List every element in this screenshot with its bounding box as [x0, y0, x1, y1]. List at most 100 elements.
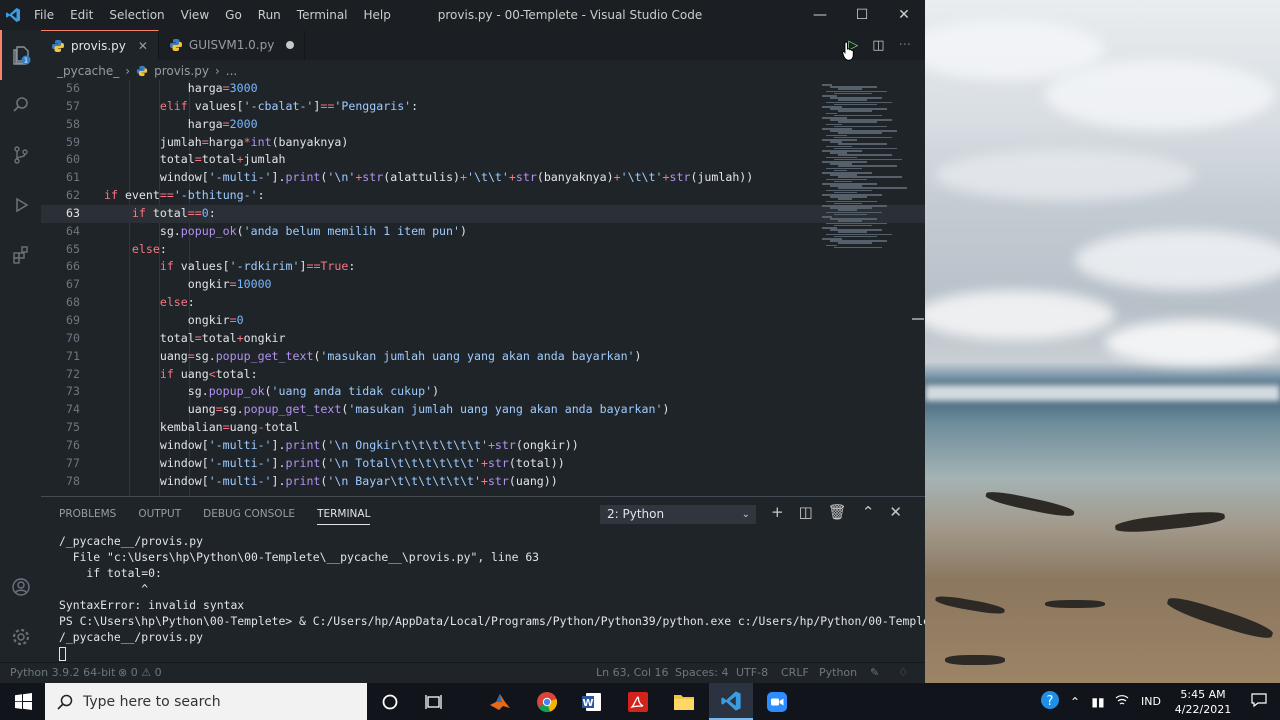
menu-go[interactable]: Go: [217, 0, 250, 30]
show-hidden-icons-chevron-up-icon[interactable]: ⌃: [1064, 695, 1086, 709]
account-icon[interactable]: [0, 562, 41, 612]
code-line[interactable]: 61 window['-multi-'].print('\n'+str(alat…: [41, 169, 925, 187]
code-line[interactable]: 63 if total==0:: [41, 204, 925, 223]
adobe-reader-app-icon[interactable]: [616, 683, 660, 720]
close-tab-icon[interactable]: ✕: [138, 39, 148, 53]
code-line[interactable]: 70 total=total+ongkir: [41, 330, 925, 348]
new-terminal-icon[interactable]: +: [771, 503, 784, 521]
tab-problems[interactable]: PROBLEMS: [59, 508, 116, 520]
code-line[interactable]: 69 ongkir=0: [41, 312, 925, 330]
terminal-select[interactable]: 2: Python ⌄: [600, 505, 756, 524]
line-number: 70: [66, 330, 80, 345]
status-spaces[interactable]: Spaces: 4: [675, 666, 728, 679]
search-icon[interactable]: [0, 80, 41, 130]
code-line[interactable]: 68 else:: [41, 294, 925, 312]
minimap[interactable]: [818, 80, 914, 250]
code-line[interactable]: 78 window['-multi-'].print('\n Bayar\t\t…: [41, 473, 925, 491]
status-interpreter[interactable]: Python 3.9.2 64-bit: [10, 666, 115, 679]
run-debug-icon[interactable]: [0, 180, 41, 230]
more-actions-icon[interactable]: ···: [899, 38, 911, 53]
breadcrumb-more[interactable]: ...: [226, 64, 237, 78]
tab-provis-py[interactable]: provis.py ✕: [41, 30, 159, 60]
menu-view[interactable]: View: [173, 0, 217, 30]
maximize-panel-chevron-up-icon[interactable]: ⌃: [862, 503, 875, 521]
code-text: if values['-rdkirim']==True:: [159, 259, 356, 274]
vscode-app-icon[interactable]: [709, 683, 753, 720]
help-question-icon[interactable]: ?: [1036, 690, 1064, 713]
menu-help[interactable]: Help: [356, 0, 399, 30]
battery-icon[interactable]: ▮▮: [1086, 695, 1110, 709]
menu-file[interactable]: File: [26, 0, 62, 30]
action-center-icon[interactable]: [1238, 693, 1280, 710]
task-view-icon[interactable]: [412, 683, 456, 720]
system-tray: ? ⌃ ▮▮ IND 5:45 AM 4/22/2021: [1036, 683, 1280, 720]
source-control-icon[interactable]: [0, 130, 41, 180]
scrollbar-marker[interactable]: [912, 318, 924, 320]
close-window-button[interactable]: ✕: [883, 0, 925, 30]
tab-guisvm[interactable]: GUISVM1.0.py: [159, 30, 306, 60]
code-line[interactable]: 67 ongkir=10000: [41, 276, 925, 294]
code-line[interactable]: 60 total=total+jumlah: [41, 151, 925, 169]
extensions-icon[interactable]: [0, 230, 41, 280]
chrome-app-icon[interactable]: [525, 683, 569, 720]
tab-terminal[interactable]: TERMINAL: [317, 503, 371, 525]
menu-edit[interactable]: Edit: [62, 0, 101, 30]
split-editor-icon[interactable]: ◫: [872, 38, 884, 53]
unsaved-dot-icon[interactable]: [286, 41, 295, 49]
taskbar-search-box[interactable]: Type here to search: [45, 683, 367, 720]
code-line[interactable]: 75 kembalian=uang-total: [41, 419, 925, 437]
notifications-bell-icon[interactable]: ♢: [898, 666, 908, 679]
word-app-icon[interactable]: W: [570, 683, 614, 720]
code-line[interactable]: 57 elif values['-cbalat-']=='Penggaris':: [41, 98, 925, 116]
tab-output[interactable]: OUTPUT: [138, 508, 181, 520]
status-language[interactable]: Python: [819, 666, 857, 679]
cortana-circle-icon[interactable]: [368, 683, 412, 720]
menu-selection[interactable]: Selection: [101, 0, 172, 30]
terminal-output[interactable]: /_pycache__/provis.py File "c:\Users\hp\…: [59, 533, 944, 661]
breadcrumb-folder[interactable]: _pycache_: [57, 64, 119, 78]
code-line[interactable]: 74 uang=sg.popup_get_text('masukan jumla…: [41, 401, 925, 419]
menu-terminal[interactable]: Terminal: [289, 0, 356, 30]
explorer-icon[interactable]: 1: [0, 30, 41, 80]
matlab-app-icon[interactable]: [478, 683, 522, 720]
minimap-line: [834, 224, 872, 227]
code-text: if uang<total:: [159, 366, 258, 381]
settings-gear-icon[interactable]: [0, 612, 41, 662]
zoom-app-icon[interactable]: [755, 683, 799, 720]
tab-debug-console[interactable]: DEBUG CONSOLE: [203, 508, 295, 520]
feedback-icon[interactable]: ✎: [870, 666, 879, 679]
minimize-button[interactable]: —: [799, 0, 841, 30]
code-line[interactable]: 59 jumlah=harga*int(banyaknya): [41, 134, 925, 152]
code-line[interactable]: 62 if event=='-bthitung-':: [41, 187, 925, 205]
code-line[interactable]: 76 window['-multi-'].print('\n Ongkir\t\…: [41, 437, 925, 455]
line-number: 69: [66, 312, 80, 327]
windows-start-icon[interactable]: [4, 683, 42, 720]
close-panel-icon[interactable]: ✕: [889, 503, 902, 521]
vscode-logo-icon[interactable]: [0, 0, 26, 30]
code-line[interactable]: 64 sg.popup_ok('anda belum memilih 1 ite…: [41, 223, 925, 241]
code-text: harga=3000: [104, 81, 258, 95]
wifi-icon[interactable]: [1110, 694, 1134, 709]
code-line[interactable]: 73 sg.popup_ok('uang anda tidak cukup'): [41, 383, 925, 401]
code-line[interactable]: 71 uang=sg.popup_get_text('masukan jumla…: [41, 348, 925, 366]
breadcrumb-file[interactable]: provis.py: [154, 64, 209, 78]
code-line[interactable]: 77 window['-multi-'].print('\n Total\t\t…: [41, 455, 925, 473]
code-line[interactable]: 58 harga=2000: [41, 116, 925, 134]
kill-terminal-trash-icon[interactable]: 🗑: [828, 503, 847, 521]
code-line[interactable]: 72 if uang<total:: [41, 366, 925, 384]
split-terminal-icon[interactable]: ◫: [799, 503, 813, 521]
status-encoding[interactable]: UTF-8: [736, 666, 768, 679]
clock[interactable]: 5:45 AM 4/22/2021: [1168, 687, 1238, 717]
status-eol[interactable]: CRLF: [781, 666, 809, 679]
status-position[interactable]: Ln 63, Col 16: [596, 666, 669, 679]
menu-run[interactable]: Run: [250, 0, 289, 30]
line-number: 56: [66, 81, 80, 95]
file-explorer-app-icon[interactable]: [662, 683, 706, 720]
status-problems[interactable]: ⊗ 0 ⚠ 0: [118, 666, 162, 679]
maximize-button[interactable]: ☐: [841, 0, 883, 30]
code-line[interactable]: 56 harga=3000: [41, 80, 925, 98]
code-editor[interactable]: 56 harga=3000 57 elif values['-cbalat-']=…: [41, 80, 925, 496]
code-line[interactable]: 66 if values['-rdkirim']==True:: [41, 258, 925, 276]
code-line[interactable]: 65 else:: [41, 241, 925, 259]
input-language[interactable]: IND: [1134, 695, 1168, 708]
